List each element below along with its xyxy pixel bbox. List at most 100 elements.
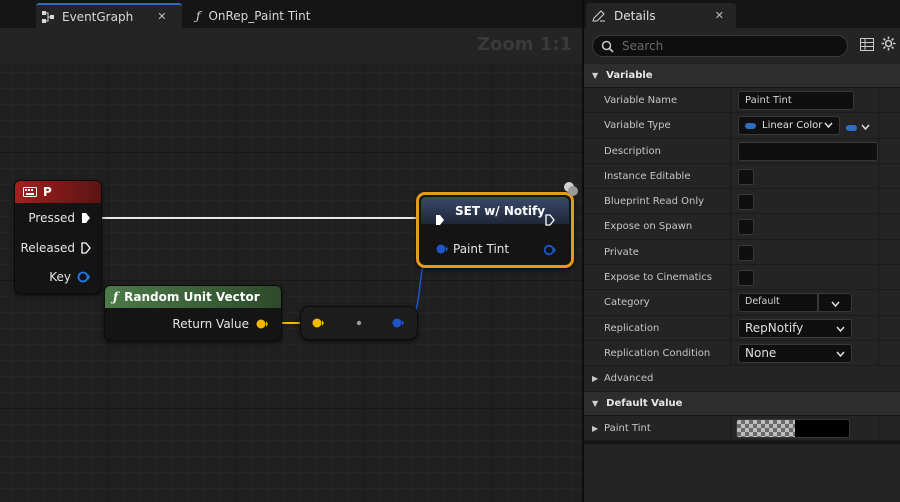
container-type-dropdown[interactable] [846,122,870,133]
replication-value: RepNotify [745,321,804,336]
graph-icon [42,10,54,23]
color-pin-empty-icon[interactable] [543,244,557,256]
chevron-down-icon: ▼ [592,71,599,80]
paint-tint-input-pin-row[interactable]: Paint Tint [435,242,509,256]
set-w-notify-node[interactable]: SET w/ Notify Paint Tint [416,192,574,268]
search-input[interactable]: Search [592,35,848,57]
details-panel: Details ✕ Search ▼ Variable Variable Nam… [582,0,900,502]
replication-condition-dropdown[interactable]: None [738,343,852,363]
paint-tint-label: Paint Tint [604,422,651,434]
return-value-label: Return Value [172,317,249,331]
variable-name-field[interactable]: Paint Tint [738,91,854,110]
tab-eventgraph-label: EventGraph [62,9,134,24]
replication-dropdown[interactable]: RepNotify [738,318,852,338]
chevron-down-icon [836,321,845,335]
return-value-pin-row[interactable]: Return Value [172,317,269,331]
input-key-p-node[interactable]: P Pressed Released Key [14,180,102,294]
close-icon[interactable]: ✕ [715,9,724,22]
graph-editor-panel: EventGraph ✕ ƒ OnRep_Paint Tint Zoom 1:1 [0,0,582,502]
section-variable-label: Variable [606,70,653,81]
section-variable[interactable]: ▼ Variable [584,64,900,88]
row-instance-editable: Instance Editable [584,163,900,190]
key-pin-label: Key [49,270,71,284]
gear-icon[interactable] [881,36,896,55]
released-pin-row[interactable]: Released [20,241,91,255]
row-variable-name: Variable Name Paint Tint [584,88,900,114]
details-toolbar: Search [584,28,900,64]
tab-onrep-paint-tint[interactable]: ƒ OnRep_Paint Tint [190,3,310,28]
input-key-p-title: P [43,185,52,199]
tab-eventgraph[interactable]: EventGraph ✕ [36,3,182,28]
conversion-pins [312,318,404,328]
variable-type-label: Variable Type [604,120,671,132]
row-category: Category Default [584,290,900,316]
replication-condition-value: None [745,346,777,361]
tab-onrep-label: OnRep_Paint Tint [208,8,311,23]
chevron-down-icon [830,296,840,310]
property-list: ▼ Variable Variable Name Paint Tint Vari… [584,64,900,441]
expose-on-spawn-checkbox[interactable] [738,219,754,236]
pressed-pin-label: Pressed [28,211,75,225]
row-description: Description [584,138,900,164]
blueprint-read-only-label: Blueprint Read Only [604,196,705,208]
key-pin-row[interactable]: Key [49,270,91,284]
tab-details[interactable]: Details ✕ [586,3,736,28]
chevron-right-icon: ▶ [592,374,599,384]
exec-pin-filled-icon[interactable] [81,212,91,224]
exec-pin-empty-icon[interactable] [81,242,91,254]
exec-in-pin-icon[interactable] [435,214,445,226]
private-checkbox[interactable] [738,244,754,261]
random-unit-vector-title: Random Unit Vector [124,290,260,304]
description-label: Description [604,145,661,157]
expose-to-cinematics-checkbox[interactable] [738,270,754,287]
color-pin-filled-icon[interactable] [435,243,449,255]
search-icon [601,40,614,53]
chevron-down-icon: ▼ [592,398,599,408]
solid-color-swatch [795,419,849,437]
details-empty-area [584,444,900,502]
row-blueprint-read-only: Blueprint Read Only [584,189,900,215]
color-swatch[interactable] [736,418,850,438]
details-tab-bar: Details ✕ [584,0,900,28]
section-default-value[interactable]: ▼ Default Value [584,391,900,416]
function-icon: ƒ [113,290,119,304]
expose-on-spawn-label: Expose on Spawn [604,221,693,233]
blueprint-read-only-checkbox[interactable] [738,194,754,211]
input-key-p-header: P [15,181,101,203]
single-pill-icon [846,124,857,131]
random-unit-vector-header: ƒ Random Unit Vector [105,286,281,308]
category-field[interactable]: Default [738,293,818,313]
category-label: Category [604,297,650,309]
chevron-right-icon[interactable]: ▶ [592,424,598,433]
section-default-value-label: Default Value [606,397,683,409]
details-pencil-icon [592,9,606,22]
instance-editable-checkbox[interactable] [738,168,754,185]
row-private: Private [584,239,900,266]
description-field[interactable] [738,141,878,161]
variable-name-label: Variable Name [604,95,678,106]
random-unit-vector-node[interactable]: ƒ Random Unit Vector Return Value [104,285,282,341]
vector-pin-icon[interactable] [255,318,269,330]
set-w-notify-title: SET w/ Notify [454,203,546,218]
type-color-pill-icon [745,122,756,129]
private-label: Private [604,246,639,258]
variable-type-dropdown[interactable]: Linear Color [738,116,840,136]
zoom-label: Zoom 1:1 [476,34,572,55]
replication-condition-label: Replication Condition [604,347,711,359]
replication-icon [564,182,578,196]
close-icon[interactable]: ✕ [157,10,166,23]
category-combo[interactable]: Default [738,293,852,313]
exec-out-pin-icon[interactable] [545,214,555,226]
graph-canvas[interactable]: P Pressed Released Key ƒ Random Unit Vec… [0,64,582,502]
function-icon: ƒ [196,8,201,23]
pressed-pin-row[interactable]: Pressed [28,211,91,225]
struct-pin-icon[interactable] [77,271,91,283]
row-advanced[interactable]: ▶ Advanced [584,366,900,392]
conversion-node[interactable] [300,306,418,340]
table-view-icon[interactable] [860,38,874,55]
chevron-down-icon [824,120,833,131]
row-replication: Replication RepNotify [584,315,900,341]
instance-editable-label: Instance Editable [604,170,691,182]
category-dropdown-button[interactable] [818,293,852,313]
chevron-down-icon [836,346,845,360]
